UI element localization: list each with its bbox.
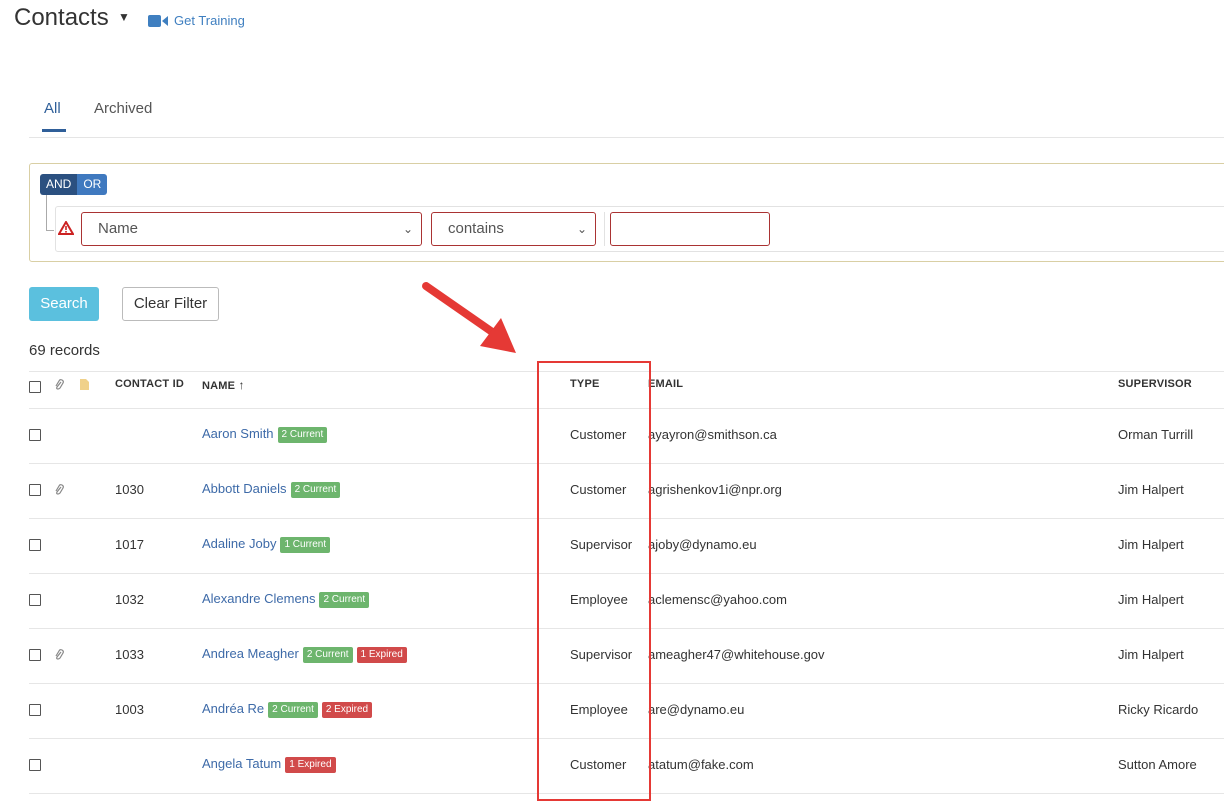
or-button[interactable]: OR	[77, 174, 108, 195]
and-or-toggle[interactable]: AND OR	[40, 174, 108, 195]
filter-field-value: Name	[98, 220, 139, 237]
supervisor-cell: Jim Halpert	[1118, 482, 1184, 497]
name-cell: Andrea Meagher 2 Current 1 Expired	[202, 646, 407, 663]
supervisor-cell: Ricky Ricardo	[1118, 702, 1199, 717]
chevron-down-icon: ⌄	[402, 222, 413, 236]
records-count: 69 records	[29, 342, 100, 359]
row-checkbox[interactable]	[29, 704, 41, 716]
title-dropdown-caret-icon[interactable]: ▼	[118, 10, 130, 24]
row-checkbox[interactable]	[29, 429, 41, 441]
supervisor-cell: Sutton Amore	[1118, 757, 1197, 772]
column-header-contact-id[interactable]: CONTACT ID	[115, 378, 184, 390]
contact-name-link[interactable]: Abbott Daniels	[202, 481, 287, 496]
name-cell: Abbott Daniels 2 Current	[202, 481, 341, 498]
email-cell: agrishenkov1i@npr.org	[648, 482, 782, 497]
tree-connector	[46, 230, 54, 231]
current-badge: 2 Current	[268, 702, 318, 718]
supervisor-cell: Jim Halpert	[1118, 647, 1184, 662]
row-checkbox[interactable]	[29, 484, 41, 496]
note-icon[interactable]	[80, 379, 89, 390]
email-cell: are@dynamo.eu	[648, 702, 745, 717]
expired-badge: 1 Expired	[356, 647, 407, 663]
paperclip-icon[interactable]	[54, 484, 64, 496]
supervisor-cell: Jim Halpert	[1118, 537, 1184, 552]
name-cell: Andréa Re 2 Current 2 Expired	[202, 701, 373, 718]
name-cell: Alexandre Clemens 2 Current	[202, 591, 370, 608]
tree-connector	[46, 195, 47, 230]
annotation-arrow-icon	[422, 282, 516, 353]
supervisor-cell: Jim Halpert	[1118, 592, 1184, 607]
email-cell: ameagher47@whitehouse.gov	[648, 647, 825, 662]
tab-archived[interactable]: Archived	[94, 100, 152, 117]
and-button[interactable]: AND	[40, 174, 78, 195]
clear-filter-button[interactable]: Clear Filter	[122, 287, 219, 321]
column-header-supervisor[interactable]: SUPERVISOR	[1118, 378, 1192, 390]
paperclip-icon[interactable]	[54, 379, 64, 391]
page-title: Contacts	[14, 4, 109, 31]
contact-name-link[interactable]: Andrea Meagher	[202, 646, 299, 661]
name-cell: Adaline Joby 1 Current	[202, 536, 331, 553]
tab-all[interactable]: All	[44, 100, 61, 117]
active-tab-indicator	[42, 129, 66, 132]
current-badge: 1 Current	[280, 537, 331, 553]
email-cell: aclemensc@yahoo.com	[648, 592, 787, 607]
supervisor-cell: Orman Turrill	[1118, 427, 1194, 442]
email-cell: ajoby@dynamo.eu	[648, 537, 757, 552]
contact-name-link[interactable]: Adaline Joby	[202, 536, 276, 551]
contact-name-link[interactable]: Alexandre Clemens	[202, 591, 315, 606]
filter-operator-select[interactable]: contains ⌄	[431, 212, 596, 246]
row-checkbox[interactable]	[29, 759, 41, 771]
contact-name-link[interactable]: Andréa Re	[202, 701, 264, 716]
name-cell: Aaron Smith 2 Current	[202, 426, 328, 443]
sort-ascending-icon: ↑	[238, 378, 245, 392]
filter-field-select[interactable]: Name ⌄	[81, 212, 422, 246]
row-checkbox[interactable]	[29, 539, 41, 551]
expired-badge: 1 Expired	[285, 757, 336, 773]
column-header-name-label: NAME	[202, 380, 236, 392]
column-header-name[interactable]: NAME ↑	[202, 378, 245, 392]
annotation-highlight-box	[537, 361, 651, 801]
tabs-divider	[29, 137, 1224, 138]
email-cell: ayayron@smithson.ca	[648, 427, 777, 442]
contact-id-cell: 1003	[115, 702, 144, 717]
email-cell: atatum@fake.com	[648, 757, 754, 772]
expired-badge: 2 Expired	[321, 702, 373, 718]
search-button[interactable]: Search	[29, 287, 99, 321]
row-checkbox[interactable]	[29, 649, 41, 661]
row-checkbox[interactable]	[29, 594, 41, 606]
select-all-checkbox[interactable]	[29, 381, 41, 393]
contact-id-cell: 1033	[115, 647, 144, 662]
chevron-down-icon: ⌄	[576, 222, 587, 236]
contact-id-cell: 1017	[115, 537, 144, 552]
current-badge: 2 Current	[277, 427, 328, 443]
video-camera-icon	[148, 14, 168, 27]
contact-name-link[interactable]: Aaron Smith	[202, 426, 274, 441]
get-training-label: Get Training	[174, 13, 245, 28]
warning-icon	[58, 221, 74, 235]
divider	[604, 212, 605, 246]
contact-id-cell: 1030	[115, 482, 144, 497]
column-header-email[interactable]: EMAIL	[648, 378, 683, 390]
name-cell: Angela Tatum 1 Expired	[202, 756, 336, 773]
paperclip-icon[interactable]	[54, 649, 64, 661]
contact-name-link[interactable]: Angela Tatum	[202, 756, 281, 771]
current-badge: 2 Current	[290, 482, 341, 498]
filter-value-input[interactable]	[610, 212, 770, 246]
current-badge: 2 Current	[302, 647, 353, 663]
filter-operator-value: contains	[448, 220, 504, 237]
get-training-link[interactable]: Get Training	[148, 13, 245, 28]
contact-id-cell: 1032	[115, 592, 144, 607]
current-badge: 2 Current	[319, 592, 370, 608]
